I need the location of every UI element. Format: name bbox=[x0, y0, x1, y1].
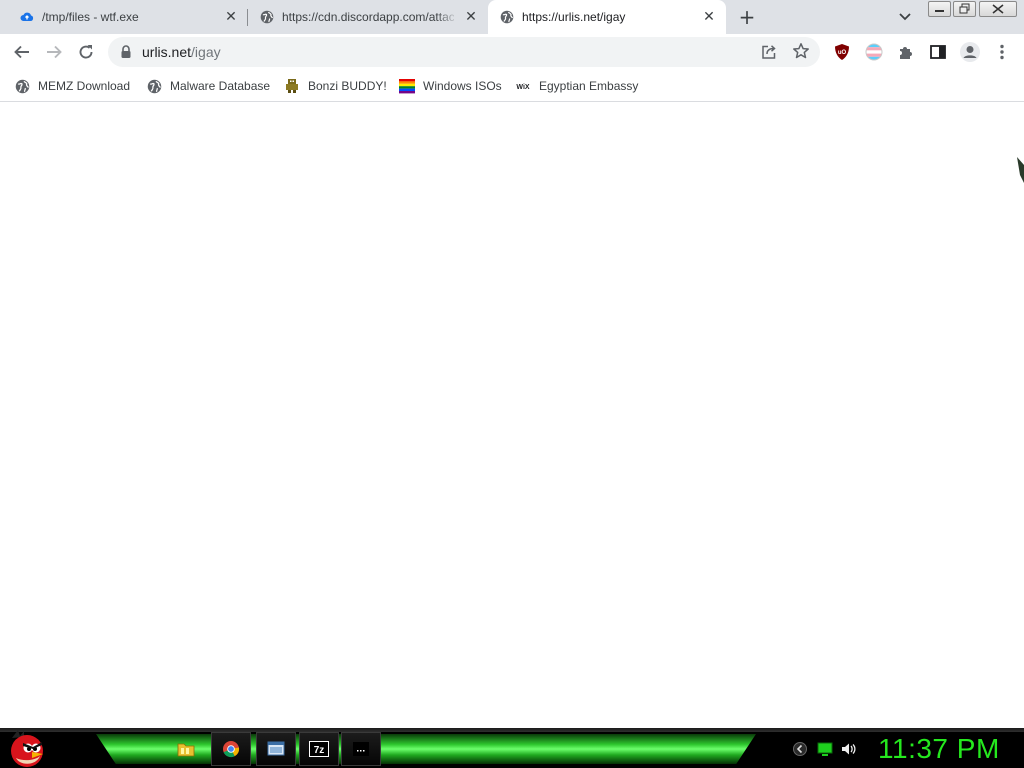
bookmark-egyptian-embassy[interactable]: WiX Egyptian Embassy bbox=[515, 76, 638, 96]
tab-title: https://cdn.discordapp.com/attachments bbox=[282, 10, 454, 24]
folder-icon bbox=[177, 743, 195, 757]
tab-title: https://urlis.net/igay bbox=[522, 10, 626, 24]
rainbow-flag-icon bbox=[399, 78, 415, 94]
speaker-icon[interactable] bbox=[840, 741, 856, 757]
tab-discord-cdn[interactable]: https://cdn.discordapp.com/attachments ✕ bbox=[248, 0, 488, 34]
chrome-icon bbox=[223, 741, 240, 758]
bookmark-malware-database[interactable]: Malware Database bbox=[146, 76, 270, 96]
back-arrow-icon[interactable] bbox=[792, 741, 808, 757]
address-bar[interactable]: urlis.net/igay bbox=[108, 37, 820, 67]
minimize-button[interactable] bbox=[928, 1, 951, 17]
bookmark-bonzi-buddy[interactable]: Bonzi BUDDY! bbox=[284, 76, 387, 96]
partial-image-fragment bbox=[1016, 155, 1024, 185]
taskbar-window-app[interactable] bbox=[256, 732, 296, 766]
close-tab-icon[interactable]: ✕ bbox=[700, 8, 718, 26]
url-text[interactable]: urlis.net/igay bbox=[142, 44, 221, 60]
globe-icon bbox=[500, 10, 514, 24]
url-path: /igay bbox=[191, 44, 221, 60]
window-icon bbox=[267, 741, 285, 756]
bookmark-label: Egyptian Embassy bbox=[539, 79, 639, 93]
tab-urlis-active[interactable]: https://urlis.net/igay ✕ bbox=[488, 0, 726, 34]
svg-text:uO: uO bbox=[838, 50, 847, 56]
forward-arrow-icon bbox=[47, 45, 62, 59]
back-arrow-icon bbox=[14, 45, 29, 59]
taskbar-explorer[interactable] bbox=[166, 732, 206, 766]
bookmark-label: Bonzi BUDDY! bbox=[308, 79, 387, 93]
flag-extension-icon[interactable] bbox=[862, 40, 886, 64]
terminal-icon bbox=[353, 742, 369, 756]
menu-kebab-icon[interactable] bbox=[990, 40, 1014, 64]
taskbar-terminal[interactable] bbox=[341, 732, 381, 766]
taskbar: 7z 11:37 PM bbox=[0, 728, 1024, 768]
bonzi-icon bbox=[284, 78, 300, 94]
angry-bird-icon bbox=[11, 730, 43, 767]
close-window-button[interactable] bbox=[979, 1, 1017, 17]
share-icon[interactable] bbox=[760, 43, 778, 61]
cloud-upload-icon bbox=[20, 10, 34, 24]
bookmark-label: MEMZ Download bbox=[38, 79, 131, 93]
forward-button[interactable] bbox=[42, 40, 66, 64]
bookmark-star-icon[interactable] bbox=[792, 42, 810, 60]
side-panel-icon[interactable] bbox=[926, 40, 950, 64]
tab-title: /tmp/files - wtf.exe bbox=[42, 10, 139, 24]
puzzle-icon[interactable] bbox=[894, 40, 918, 64]
restore-button[interactable] bbox=[953, 1, 976, 17]
reload-icon bbox=[79, 45, 93, 59]
tab-tmp-files[interactable]: /tmp/files - wtf.exe ✕ bbox=[8, 0, 248, 34]
globe-icon bbox=[146, 78, 162, 94]
bookmark-windows-isos[interactable]: Windows ISOs bbox=[399, 76, 502, 96]
7zip-icon: 7z bbox=[309, 741, 329, 757]
taskbar-clock[interactable]: 11:37 PM bbox=[878, 732, 1000, 766]
svg-text:WiX: WiX bbox=[516, 84, 529, 91]
close-tab-icon[interactable]: ✕ bbox=[222, 8, 240, 26]
bookmarks-bar: MEMZ Download Malware Database Bonzi BUD… bbox=[0, 70, 1024, 102]
svg-text:7z: 7z bbox=[314, 745, 325, 756]
chevron-down-icon[interactable] bbox=[895, 8, 915, 26]
bookmark-label: Windows ISOs bbox=[423, 79, 502, 93]
browser-toolbar: urlis.net/igay uO bbox=[0, 34, 1024, 70]
monitor-icon[interactable] bbox=[817, 741, 833, 757]
start-button[interactable] bbox=[6, 728, 48, 768]
globe-icon bbox=[14, 78, 30, 94]
tab-title-fade bbox=[436, 8, 458, 26]
back-button[interactable] bbox=[10, 40, 34, 64]
profile-avatar-icon[interactable] bbox=[958, 40, 982, 64]
close-tab-icon[interactable]: ✕ bbox=[462, 8, 480, 26]
url-host: urlis.net bbox=[142, 44, 192, 60]
bookmark-label: Malware Database bbox=[170, 79, 271, 93]
tab-strip: /tmp/files - wtf.exe ✕ https://cdn.disco… bbox=[0, 0, 1024, 34]
new-tab-button[interactable]: + bbox=[736, 6, 758, 28]
lock-icon[interactable] bbox=[120, 45, 132, 59]
page-content[interactable] bbox=[0, 103, 1024, 728]
bookmark-memz-download[interactable]: MEMZ Download bbox=[14, 76, 130, 96]
taskbar-chrome[interactable] bbox=[211, 732, 251, 766]
globe-icon bbox=[260, 10, 274, 24]
taskbar-7zip[interactable]: 7z bbox=[299, 732, 339, 766]
reload-button[interactable] bbox=[74, 40, 98, 64]
ublock-icon[interactable]: uO bbox=[830, 40, 854, 64]
wix-icon: WiX bbox=[515, 78, 531, 94]
